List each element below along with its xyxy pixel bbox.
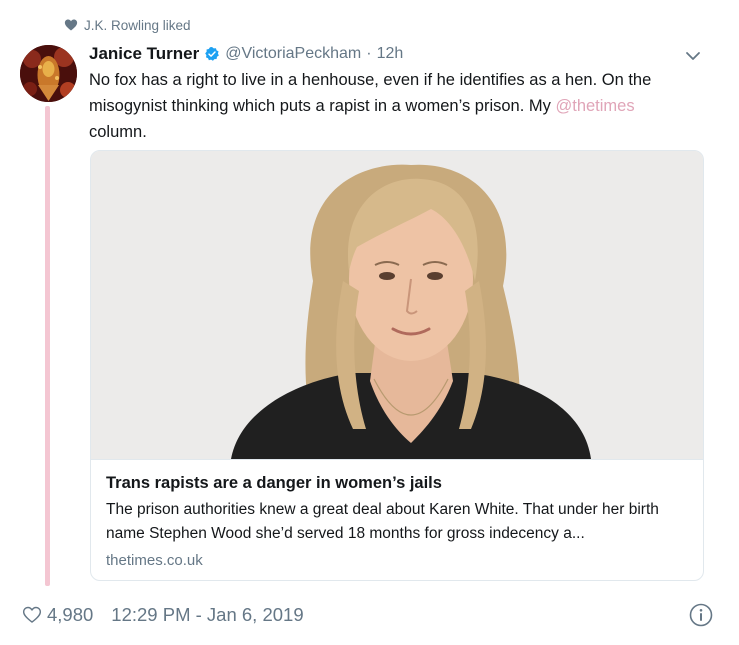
avatar[interactable]	[20, 45, 77, 102]
tweet-footer: 4,980 12:29 PM - Jan 6, 2019	[22, 600, 304, 630]
header-separator: ·	[366, 45, 372, 62]
thread-line	[45, 106, 50, 586]
mention-link[interactable]: @thetimes	[555, 97, 634, 115]
tweet-time-ago[interactable]: 12h	[377, 45, 404, 63]
card-body: Trans rapists are a danger in women’s ja…	[91, 459, 703, 580]
like-count: 4,980	[47, 604, 94, 625]
social-context: J.K. Rowling liked	[64, 14, 191, 36]
info-icon[interactable]	[689, 603, 713, 627]
card-image	[91, 151, 703, 459]
tweet-text-end: column.	[89, 123, 147, 141]
link-card[interactable]: Trans rapists are a danger in women’s ja…	[90, 150, 704, 581]
chevron-down-icon[interactable]	[683, 46, 703, 66]
author-name[interactable]: Janice Turner	[89, 44, 199, 64]
card-domain: thetimes.co.uk	[106, 552, 203, 569]
author-handle[interactable]: @VictoriaPeckham	[225, 45, 361, 63]
tweet-text: No fox has a right to live in a henhouse…	[89, 67, 689, 145]
verified-badge-icon	[205, 47, 220, 61]
heart-icon	[64, 19, 78, 31]
card-title: Trans rapists are a danger in women’s ja…	[106, 474, 442, 492]
tweet-header: Janice Turner @VictoriaPeckham · 12h	[89, 42, 403, 66]
card-description: The prison authorities knew a great deal…	[106, 501, 659, 542]
tweet-timestamp[interactable]: 12:29 PM - Jan 6, 2019	[111, 604, 303, 626]
liked-by-text: J.K. Rowling liked	[84, 17, 191, 33]
heart-outline-icon[interactable]	[22, 605, 42, 625]
